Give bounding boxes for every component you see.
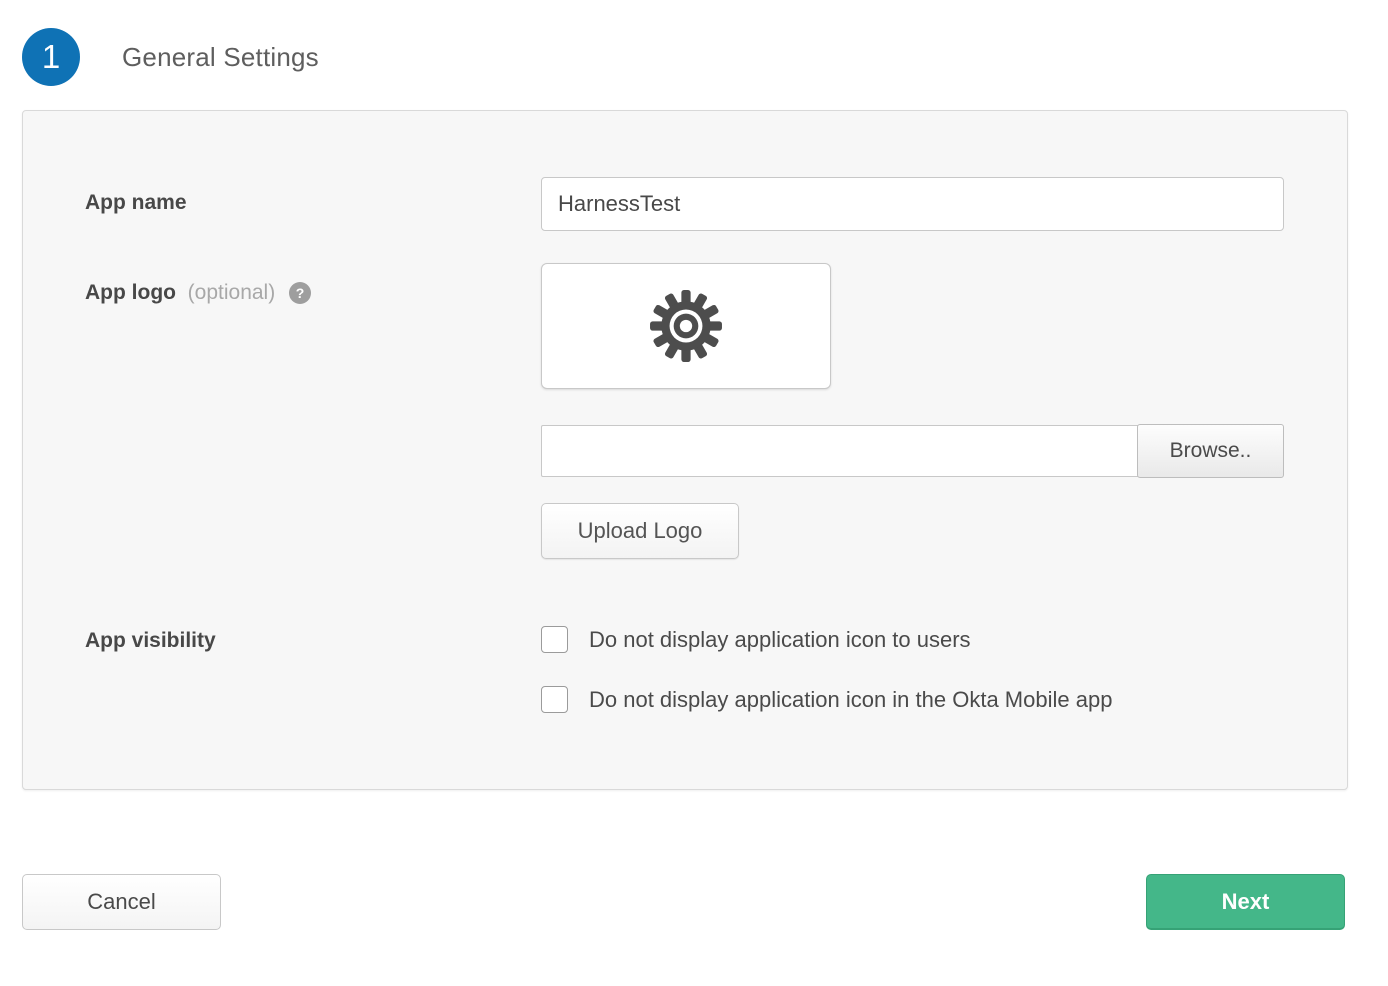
general-settings-panel: App name App logo (optional) ?: [22, 110, 1348, 790]
upload-logo-button[interactable]: Upload Logo: [541, 503, 739, 559]
step-number-badge: 1: [22, 28, 80, 86]
app-visibility-label: App visibility: [85, 629, 216, 653]
app-logo-label-text: App logo: [85, 281, 176, 304]
logo-file-path-field[interactable]: [541, 425, 1161, 477]
app-name-label: App name: [85, 191, 187, 215]
gear-icon: [649, 289, 723, 363]
browse-button[interactable]: Browse..: [1137, 424, 1284, 478]
app-name-input[interactable]: [541, 177, 1284, 231]
app-logo-label: App logo (optional) ?: [85, 281, 311, 305]
visibility-option-row: Do not display application icon in the O…: [541, 686, 1112, 713]
checkbox-hide-icon-okta-mobile-label: Do not display application icon in the O…: [589, 687, 1112, 713]
cancel-button[interactable]: Cancel: [22, 874, 221, 930]
step-header: 1 General Settings: [22, 28, 319, 86]
checkbox-hide-icon-users-label: Do not display application icon to users: [589, 627, 971, 653]
logo-file-row: Browse..: [541, 424, 1284, 477]
checkbox-hide-icon-okta-mobile[interactable]: [541, 686, 568, 713]
question-mark-icon[interactable]: ?: [289, 282, 311, 304]
logo-preview-box: [541, 263, 831, 389]
general-settings-page: 1 General Settings App name App logo (op…: [0, 0, 1388, 986]
checkbox-hide-icon-users[interactable]: [541, 626, 568, 653]
visibility-option-row: Do not display application icon to users: [541, 626, 971, 653]
page-title: General Settings: [122, 42, 319, 73]
app-logo-optional-note: (optional): [182, 281, 275, 304]
next-button[interactable]: Next: [1146, 874, 1345, 930]
